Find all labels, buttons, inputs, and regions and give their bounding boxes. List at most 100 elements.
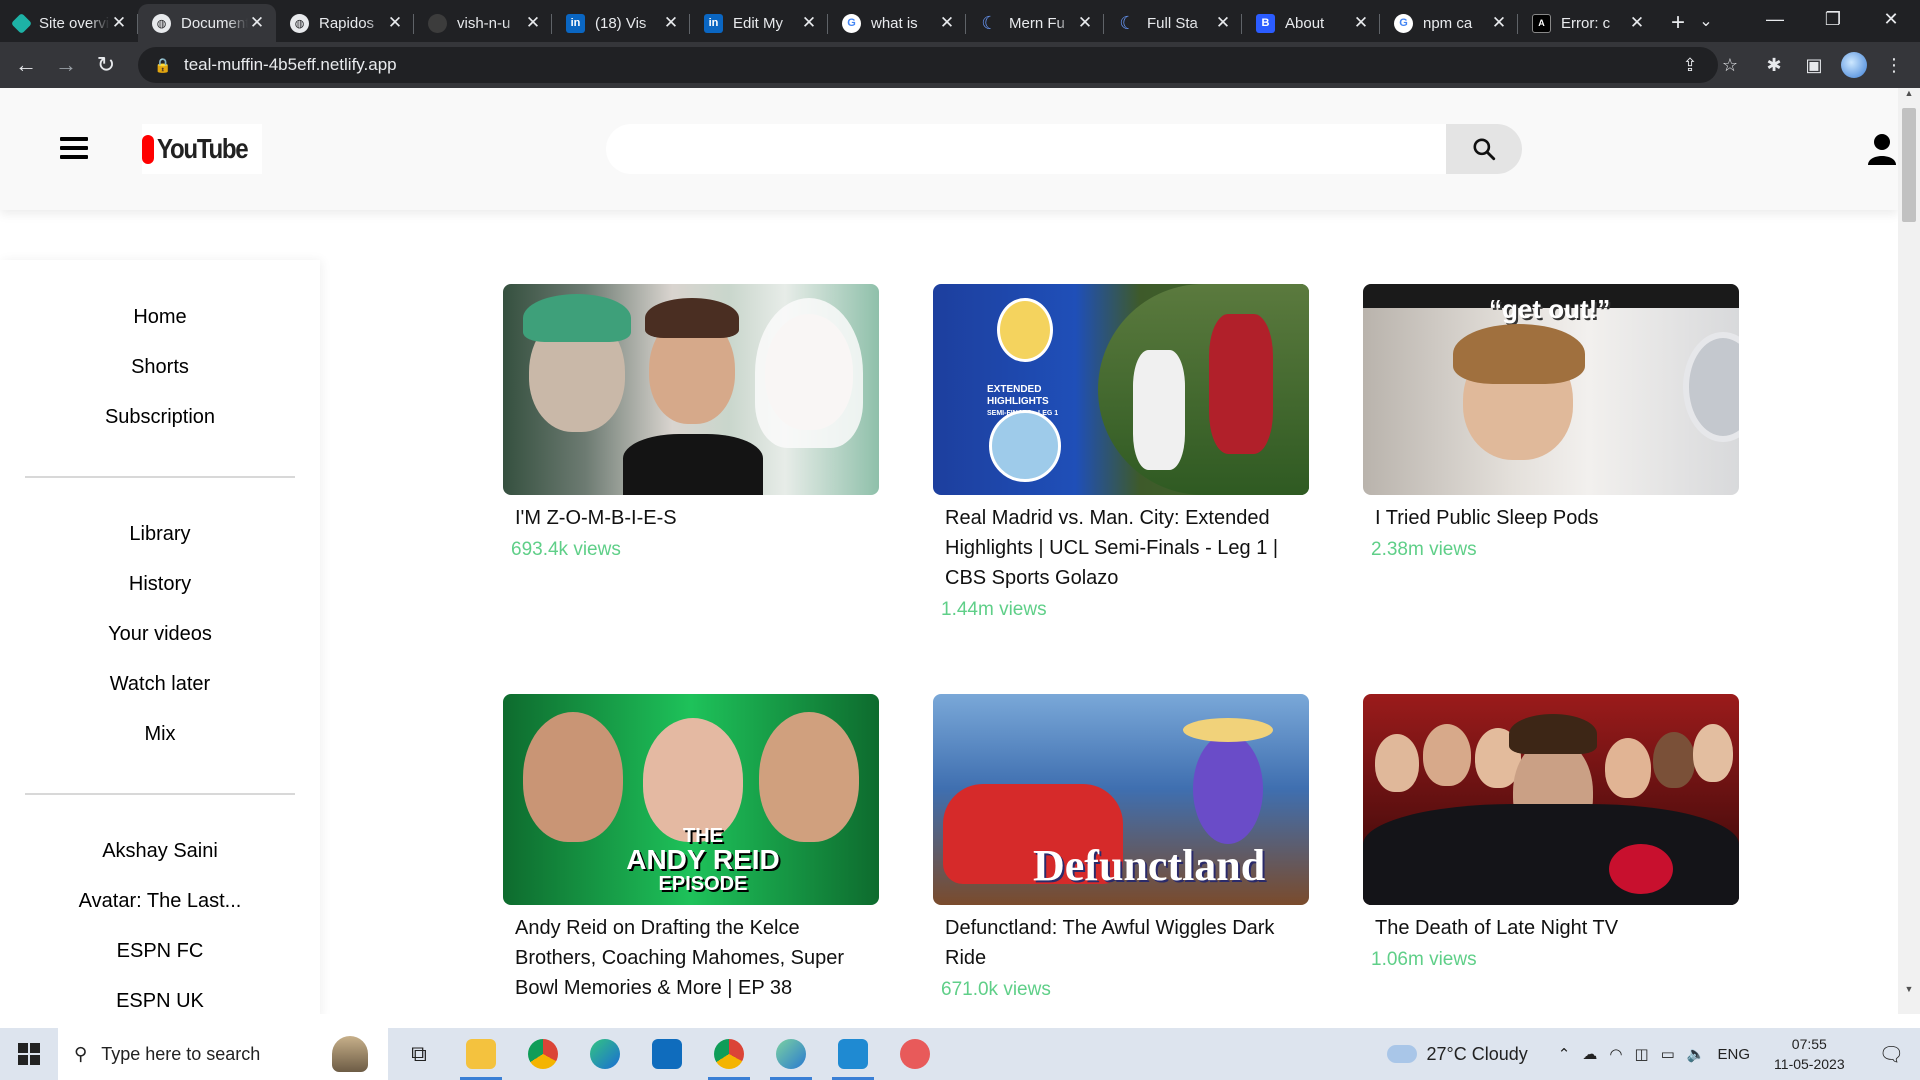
browser-tab[interactable]: in Edit My ✕ (690, 4, 828, 42)
browser-tab[interactable]: B About ✕ (1242, 4, 1380, 42)
close-icon[interactable]: ✕ (386, 13, 404, 33)
search-input[interactable] (606, 124, 1446, 174)
extensions-puzzle-icon[interactable]: ✱ (1754, 45, 1794, 85)
sidebar-item-channel[interactable]: ESPN UK (0, 976, 320, 1014)
forward-arrow-icon[interactable]: → (46, 45, 86, 85)
video-card[interactable]: THE ANDY REID EPISODE Andy Reid on Draft… (503, 694, 879, 1009)
close-icon[interactable]: ✕ (1214, 13, 1232, 33)
speaker-icon[interactable]: 🔈 (1681, 1045, 1712, 1063)
share-icon[interactable]: ⇪ (1670, 45, 1710, 85)
profile-avatar[interactable] (1834, 45, 1874, 85)
network-icon[interactable]: ◫ (1628, 1045, 1654, 1063)
video-thumbnail[interactable] (503, 284, 879, 495)
video-title[interactable]: The Death of Late Night TV (1363, 913, 1739, 943)
scroll-up-arrow-icon[interactable]: ▲ (1898, 88, 1920, 104)
video-title[interactable]: I Tried Public Sleep Pods (1363, 503, 1739, 533)
browser-tab[interactable]: vish-n-u ✕ (414, 4, 552, 42)
edge-icon[interactable] (574, 1028, 636, 1080)
sidebar-item-mix[interactable]: Mix (0, 709, 320, 759)
video-thumbnail[interactable]: THE ANDY REID EPISODE (503, 694, 879, 905)
sidebar-item-watch-later[interactable]: Watch later (0, 659, 320, 709)
close-icon[interactable]: ✕ (800, 13, 818, 33)
close-window-icon[interactable]: ✕ (1862, 0, 1920, 38)
browser-tab[interactable]: G npm ca ✕ (1380, 4, 1518, 42)
close-icon[interactable]: ✕ (110, 13, 128, 33)
sidebar-item-home[interactable]: Home (0, 292, 320, 342)
reload-icon[interactable]: ↻ (86, 45, 126, 85)
browser-tab[interactable]: ☾ Mern Fu ✕ (966, 4, 1104, 42)
close-icon[interactable]: ✕ (1490, 13, 1508, 33)
chrome-icon[interactable] (512, 1028, 574, 1080)
browser-tab[interactable]: Site overview ✕ (0, 4, 138, 42)
sidebar-item-library[interactable]: Library (0, 509, 320, 559)
restore-icon[interactable]: ❐ (1804, 0, 1862, 38)
video-title[interactable]: I'M Z-O-M-B-I-E-S (503, 503, 879, 533)
video-title[interactable]: Real Madrid vs. Man. City: Extended High… (933, 503, 1309, 593)
language-indicator[interactable]: ENG (1712, 1046, 1757, 1063)
chrome-profile-icon[interactable] (698, 1028, 760, 1080)
scroll-down-arrow-icon[interactable]: ▼ (1898, 984, 1920, 1000)
video-title[interactable]: Defunctland: The Awful Wiggles Dark Ride (933, 913, 1309, 973)
video-card[interactable]: “get out!” I Tried Public Sleep Pods 2.3… (1363, 284, 1739, 561)
taskbar-search-box[interactable]: ⚲ Type here to search (58, 1028, 388, 1080)
file-explorer-icon[interactable] (450, 1028, 512, 1080)
sidebar-item-channel[interactable]: ESPN FC (0, 926, 320, 976)
search-button[interactable] (1446, 124, 1522, 174)
minimize-icon[interactable]: — (1746, 0, 1804, 38)
weather-widget[interactable]: 27°C Cloudy (1386, 1044, 1528, 1065)
windows-start-icon[interactable] (0, 1028, 58, 1080)
close-icon[interactable]: ✕ (1352, 13, 1370, 33)
battery-icon[interactable]: ▭ (1655, 1045, 1681, 1063)
vertical-scrollbar[interactable]: ▲ ▼ (1898, 88, 1920, 1014)
clock[interactable]: 07:55 11-05-2023 (1756, 1034, 1863, 1074)
user-account-icon[interactable] (1868, 133, 1896, 165)
close-icon[interactable]: ✕ (662, 13, 680, 33)
tab-search-chevron-icon[interactable]: ⌄ (1686, 4, 1726, 38)
video-thumbnail[interactable] (1363, 694, 1739, 905)
sidebar-item-your-videos[interactable]: Your videos (0, 609, 320, 659)
sidebar-item-channel[interactable]: Akshay Saini (0, 826, 320, 876)
youtube-logo[interactable]: YouTube (142, 124, 262, 174)
browser-tab[interactable]: G what is ✕ (828, 4, 966, 42)
video-thumbnail[interactable]: Defunctland (933, 694, 1309, 905)
edge-beta-icon[interactable] (760, 1028, 822, 1080)
notification-icon[interactable]: 🗨 (1863, 1042, 1920, 1067)
side-panel-icon[interactable]: ▣ (1794, 45, 1834, 85)
wifi-icon[interactable]: ◠ (1603, 1045, 1628, 1063)
video-card[interactable]: The Death of Late Night TV 1.06m views (1363, 694, 1739, 971)
back-arrow-icon[interactable]: ← (6, 45, 46, 85)
video-title[interactable]: Andy Reid on Drafting the Kelce Brothers… (503, 913, 879, 1003)
close-icon[interactable]: ✕ (248, 13, 266, 33)
address-bar[interactable]: 🔒 teal-muffin-4b5eff.netlify.app (138, 47, 1718, 83)
browser-tab[interactable]: A Error: c ✕ (1518, 4, 1656, 42)
vscode-icon[interactable] (822, 1028, 884, 1080)
close-icon[interactable]: ✕ (1076, 13, 1094, 33)
sidebar-item-shorts[interactable]: Shorts (0, 342, 320, 392)
video-thumbnail[interactable]: “get out!” (1363, 284, 1739, 495)
video-card[interactable]: I'M Z-O-M-B-I-E-S 693.4k views (503, 284, 879, 561)
snipping-tool-icon[interactable] (884, 1028, 946, 1080)
close-icon[interactable]: ✕ (524, 13, 542, 33)
browser-tab-active[interactable]: ◍ Document ✕ (138, 4, 276, 42)
sidebar-item-channel[interactable]: Avatar: The Last... (0, 876, 320, 926)
video-card[interactable]: Defunctland Defunctland: The Awful Wiggl… (933, 694, 1309, 1001)
browser-tab[interactable]: ☾ Full Sta ✕ (1104, 4, 1242, 42)
hamburger-menu-icon[interactable] (60, 137, 88, 159)
kebab-menu-icon[interactable]: ⋮ (1874, 45, 1914, 85)
outlook-icon[interactable] (636, 1028, 698, 1080)
video-thumbnail[interactable]: EXTENDED HIGHLIGHTS SEMI-FINALS - LEG 1 (933, 284, 1309, 495)
thumbnail-hair (1453, 324, 1585, 384)
bookmark-star-icon[interactable]: ☆ (1710, 45, 1750, 85)
close-icon[interactable]: ✕ (938, 13, 956, 33)
chevron-up-icon[interactable]: ⌃ (1552, 1045, 1577, 1063)
sidebar-item-history[interactable]: History (0, 559, 320, 609)
browser-tab[interactable]: ◍ Rapidos ✕ (276, 4, 414, 42)
close-icon[interactable]: ✕ (1628, 13, 1646, 33)
sidebar-item-subscription[interactable]: Subscription (0, 392, 320, 442)
video-card[interactable]: EXTENDED HIGHLIGHTS SEMI-FINALS - LEG 1 … (933, 284, 1309, 621)
browser-tab[interactable]: in (18) Vis ✕ (552, 4, 690, 42)
thumbnail-face (1375, 734, 1419, 792)
onedrive-cloud-icon[interactable]: ☁ (1576, 1045, 1603, 1063)
task-view-icon[interactable]: ⧉ (388, 1028, 450, 1080)
vertical-scroll-thumb[interactable] (1902, 108, 1916, 222)
